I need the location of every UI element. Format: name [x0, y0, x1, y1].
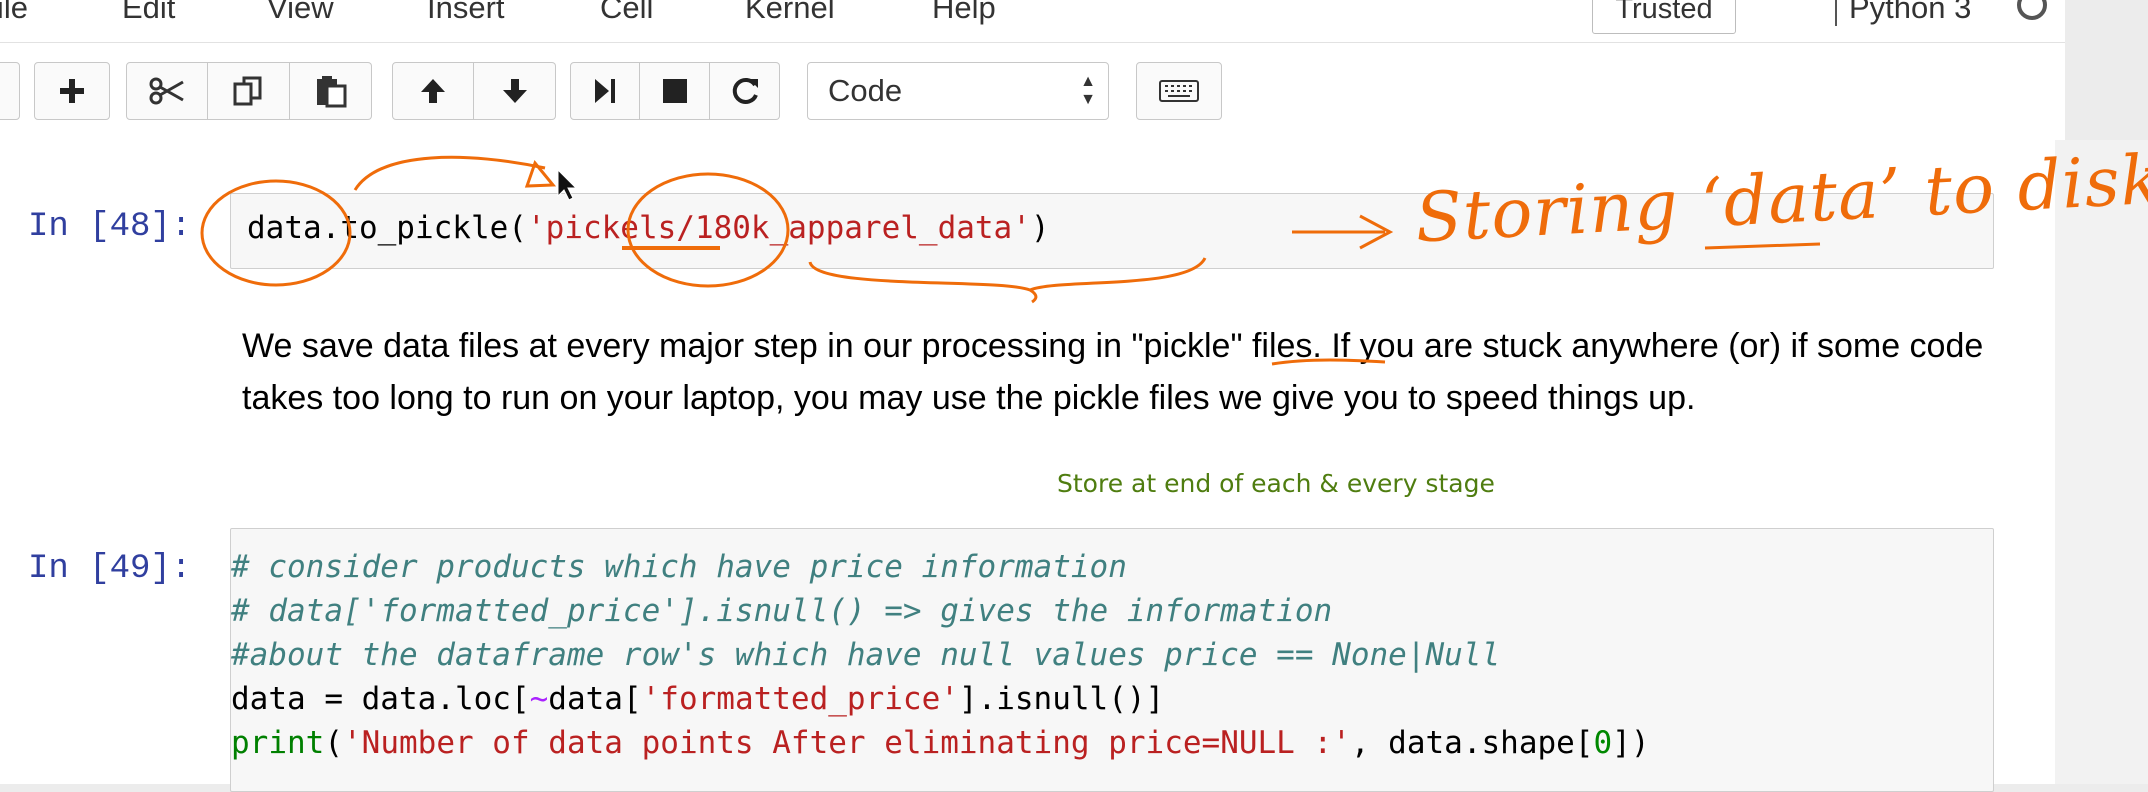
code-string: 'pickels/180k_apparel_data': [526, 210, 1031, 246]
cell-type-select[interactable]: Code ▲ ▼: [807, 62, 1109, 120]
menu-help[interactable]: Help: [932, 0, 996, 26]
kernel-name[interactable]: Python 3: [1835, 0, 1971, 26]
code-string: 'formatted_price': [641, 681, 959, 717]
menu-insert[interactable]: Insert: [427, 0, 505, 26]
insert-group: [34, 62, 110, 122]
interrupt-button[interactable]: [640, 62, 710, 120]
markdown-cell: We save data files at every major step i…: [242, 327, 1984, 417]
trusted-badge[interactable]: Trusted: [1592, 0, 1736, 34]
code-cell-49[interactable]: # consider products which have price inf…: [230, 528, 1994, 792]
code-token: data = data.loc[: [231, 681, 530, 717]
page-margin: [2055, 140, 2148, 784]
code-token: ].isnull()]: [958, 681, 1165, 717]
run-group: [570, 62, 780, 122]
code-string: 'Number of data points After eliminating…: [343, 725, 1351, 761]
cell-prompt-49: In [49]:: [28, 550, 192, 588]
scissors-icon: [149, 77, 184, 105]
move-up-button[interactable]: [392, 62, 474, 120]
menu-edit[interactable]: Edit: [122, 0, 175, 26]
keyboard-icon: [1159, 80, 1199, 102]
kernel-status-icon: [2017, 0, 2047, 20]
step-forward-icon: [595, 79, 615, 103]
insert-cell-button[interactable]: [34, 62, 110, 120]
command-palette-button[interactable]: [1136, 62, 1222, 120]
code-token: data: [247, 210, 322, 246]
copy-button[interactable]: [208, 62, 290, 120]
menu-kernel[interactable]: Kernel: [745, 0, 835, 26]
cell-type-value: Code: [828, 73, 903, 108]
code-token: .to_pickle(: [321, 210, 527, 246]
code-token: data[: [548, 681, 642, 717]
menu-cell[interactable]: Cell: [600, 0, 653, 26]
code-token: , data.shape[: [1350, 725, 1594, 761]
code-token: (: [324, 725, 343, 761]
code-comment: # consider products which have price inf…: [231, 549, 1127, 585]
menu-file[interactable]: File: [0, 0, 28, 26]
save-button[interactable]: [0, 62, 20, 120]
code-line: data = data.loc[~data['formatted_price']…: [231, 681, 1164, 717]
arrow-up-icon: [421, 79, 445, 103]
move-group: [392, 62, 556, 122]
menu-view[interactable]: View: [267, 0, 334, 26]
arrow-down-icon: [502, 79, 527, 103]
cut-button[interactable]: [126, 62, 208, 120]
restart-button[interactable]: [710, 62, 780, 120]
clipboard-group: [126, 62, 372, 122]
code-comment: #about the dataframe row's which have nu…: [231, 637, 1501, 673]
copy-icon: [233, 76, 261, 106]
cell-prompt-48: In [48]:: [28, 208, 192, 246]
code-comment: # data['formatted_price'].isnull() => gi…: [231, 593, 1333, 629]
save-group: [0, 62, 20, 122]
code-builtin: print: [231, 725, 325, 761]
code-line: data.to_pickle('pickels/180k_apparel_dat…: [247, 210, 1050, 246]
stop-icon: [662, 79, 687, 103]
paste-icon: [316, 76, 346, 108]
code-token: ]): [1612, 725, 1650, 761]
plus-icon: [60, 79, 84, 103]
run-button[interactable]: [570, 62, 640, 120]
move-down-button[interactable]: [474, 62, 556, 120]
shortcuts-group: [1136, 62, 1222, 122]
code-line: print('Number of data points After elimi…: [231, 725, 1649, 761]
select-arrows-icon: ▲ ▼: [1080, 73, 1096, 108]
handwritten-note: Store at end of each & every stage: [1057, 469, 1495, 498]
code-number: 0: [1593, 725, 1613, 761]
menu-bar: File Edit View Insert Cell Kernel Help T…: [0, 0, 2065, 43]
refresh-icon: [732, 77, 758, 104]
paste-button[interactable]: [290, 62, 372, 120]
notebook-header: File Edit View Insert Cell Kernel Help T…: [0, 0, 2065, 140]
code-token: ): [1030, 210, 1050, 246]
code-operator: ~: [529, 681, 549, 717]
